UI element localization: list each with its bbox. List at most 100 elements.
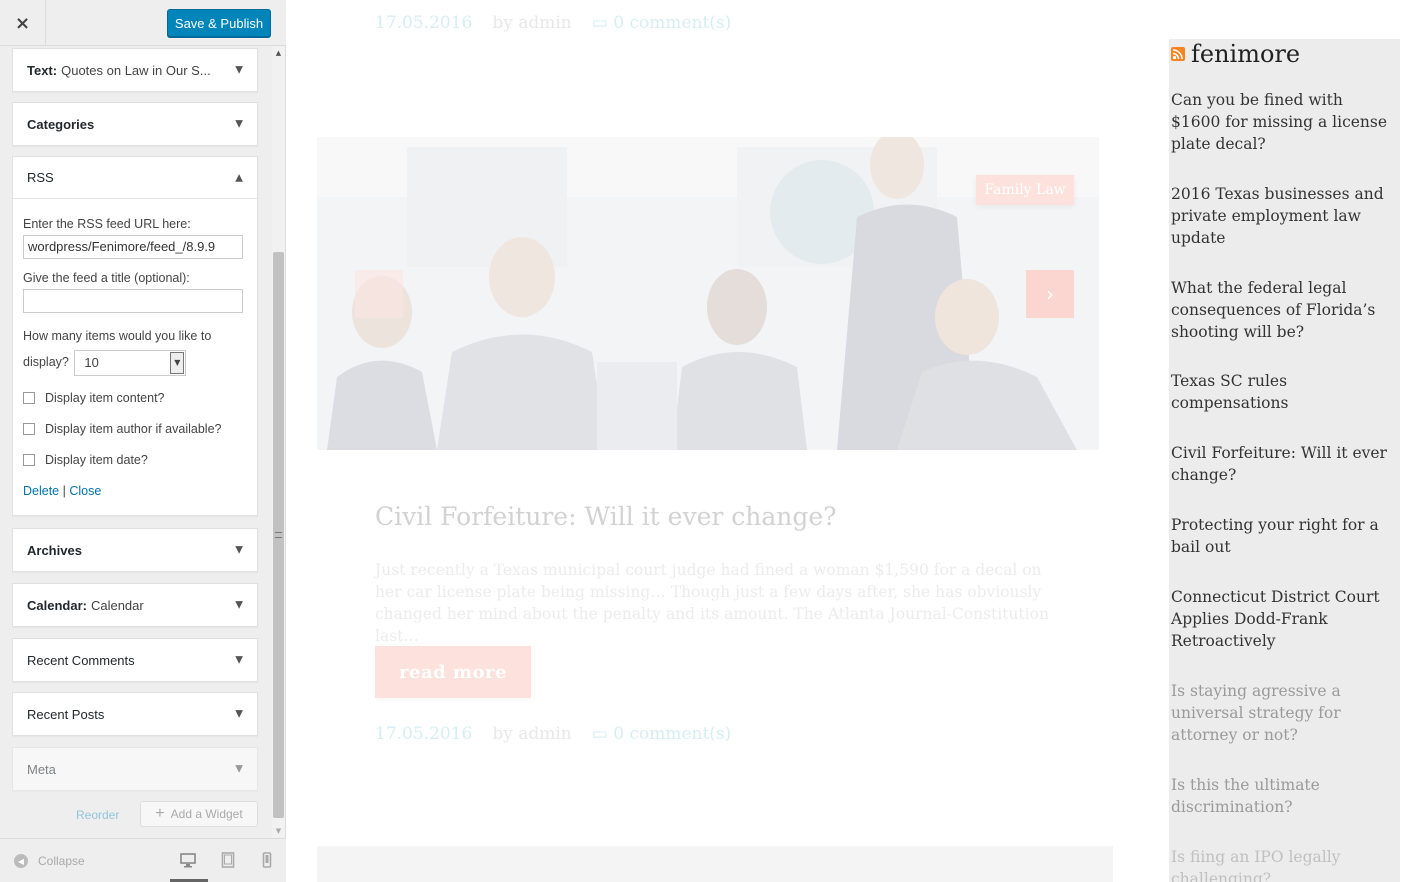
rss-count-row: How many items would you like to display… <box>23 323 247 376</box>
read-more-button[interactable]: read more <box>375 646 531 698</box>
checkbox[interactable] <box>23 422 35 435</box>
post-author[interactable]: by admin <box>492 13 571 33</box>
expand-arrow-icon[interactable]: ▼ <box>235 545 243 556</box>
post-date[interactable]: 17.05.2016 <box>375 13 472 33</box>
rss-item[interactable]: What the federal legal consequences of F… <box>1171 277 1397 343</box>
widget-calendar[interactable]: Calendar: Calendar ▼ <box>12 583 258 627</box>
close-customizer-button[interactable]: × <box>0 0 46 46</box>
widget-header[interactable]: Text: Quotes on Law in Our S... ▼ <box>13 49 257 91</box>
post-comments[interactable]: ▭ 0 comment(s) <box>592 724 732 744</box>
dropdown-arrow-icon[interactable]: ▼ <box>170 351 185 374</box>
rss-item[interactable]: Is this the ultimate discrimination? <box>1171 774 1397 818</box>
rss-item[interactable]: Protecting your right for a bail out <box>1171 514 1397 558</box>
close-widget-link[interactable]: Close <box>69 484 101 498</box>
checkbox[interactable] <box>23 391 35 404</box>
collapse-arrow-icon[interactable]: ▲ <box>235 172 243 183</box>
rss-title-label: Give the feed a title (optional): <box>23 271 190 285</box>
expand-arrow-icon[interactable]: ▼ <box>235 600 243 611</box>
rss-item[interactable]: Civil Forfeiture: Will it ever change? <box>1171 442 1397 486</box>
next-post-image[interactable] <box>317 846 1113 882</box>
rss-option-date[interactable]: Display item date? <box>23 451 247 469</box>
widget-header[interactable]: Recent Posts ▼ <box>13 693 257 735</box>
widget-meta[interactable]: Meta ▼ <box>12 747 258 791</box>
checkbox-label: Display item content? <box>45 390 165 405</box>
rss-count-label: How many items would you like to <box>23 329 212 343</box>
tablet-preview-icon[interactable] <box>220 852 236 868</box>
widget-header[interactable]: RSS ▲ <box>13 157 257 199</box>
rss-icon[interactable] <box>1171 47 1185 61</box>
widget-header[interactable]: Archives ▼ <box>13 529 257 571</box>
post-title[interactable]: Civil Forfeiture: Will it ever change? <box>375 502 837 531</box>
comments-count: 0 comment(s) <box>613 13 732 33</box>
expand-arrow-icon[interactable]: ▼ <box>235 65 243 76</box>
widget-title: Text: <box>27 62 58 78</box>
rss-count-select[interactable]: 10 ▼ <box>74 349 187 376</box>
post-meta-bottom: 17.05.2016 by admin ▭ 0 comment(s) <box>375 724 731 744</box>
comment-icon: ▭ <box>591 13 614 33</box>
rss-form: Enter the RSS feed URL here: 8.9.9/_word… <box>13 217 257 498</box>
widget-categories[interactable]: Categories ▼ <box>12 102 258 146</box>
widget-archives[interactable]: Archives ▼ <box>12 528 258 572</box>
rss-feed-widget: fenimore Can you be fined with $1600 for… <box>1169 39 1400 882</box>
widget-rss: RSS ▲ Enter the RSS feed URL here: 8.9.9… <box>12 156 258 516</box>
widget-title: RSS <box>27 170 54 185</box>
checkbox-label: Display item date? <box>45 452 148 467</box>
widget-list: Text: Quotes on Law in Our S... ▼ Catego… <box>12 46 274 836</box>
slider-prev-button[interactable] <box>355 270 403 318</box>
rss-title-input[interactable] <box>23 289 243 313</box>
scrollbar-grip-icon <box>275 532 282 538</box>
widget-title: Archives <box>27 542 82 558</box>
desktop-preview-icon[interactable] <box>180 852 196 868</box>
rss-widget-title[interactable]: fenimore <box>1171 40 1300 68</box>
expand-arrow-icon[interactable]: ▼ <box>235 119 243 130</box>
collapse-arrow-icon: ◀ <box>14 854 28 868</box>
separator: | <box>62 483 66 498</box>
post-comments[interactable]: ▭ 0 comment(s) <box>592 13 732 33</box>
checkbox[interactable] <box>23 453 35 466</box>
scrollbar-thumb[interactable] <box>273 252 284 818</box>
category-badge[interactable]: Family Law <box>976 175 1074 205</box>
widget-title: Calendar: <box>27 597 87 613</box>
widget-recent-comments[interactable]: Recent Comments ▼ <box>12 638 258 682</box>
add-widget-button[interactable]: + Add a Widget <box>140 801 258 827</box>
expand-arrow-icon[interactable]: ▼ <box>235 709 243 720</box>
rss-item[interactable]: Is fiing an IPO legally challenging? <box>1171 846 1397 882</box>
rss-option-author[interactable]: Display item author if available? <box>23 420 247 438</box>
comment-icon: ▭ <box>591 724 614 744</box>
slider-next-button[interactable]: › <box>1026 270 1074 318</box>
mobile-preview-icon[interactable] <box>259 852 275 868</box>
save-publish-button[interactable]: Save & Publish <box>167 9 271 37</box>
rss-option-content[interactable]: Display item content? <box>23 389 247 407</box>
widget-header[interactable]: Categories ▼ <box>13 103 257 145</box>
expand-arrow-icon[interactable]: ▼ <box>235 764 243 775</box>
widget-header[interactable]: Meta ▼ <box>13 748 257 790</box>
rss-item[interactable]: Is staying agressive a universal strateg… <box>1171 680 1397 746</box>
rss-item[interactable]: Connecticut District Court Applies Dodd-… <box>1171 586 1397 652</box>
rss-item[interactable]: Can you be fined with $1600 for missing … <box>1171 89 1397 155</box>
scroll-down-arrow-icon[interactable]: ▼ <box>272 824 285 838</box>
expand-arrow-icon[interactable]: ▼ <box>235 655 243 666</box>
rss-item[interactable]: 2016 Texas businesses and private employ… <box>1171 183 1397 249</box>
scroll-up-arrow-icon[interactable]: ▲ <box>272 46 285 60</box>
panel-scrollbar[interactable]: ▲ ▼ <box>272 46 285 838</box>
rss-widget-title-text: fenimore <box>1191 40 1301 68</box>
widget-recent-posts[interactable]: Recent Posts ▼ <box>12 692 258 736</box>
customizer-header: × Save & Publish <box>0 0 286 46</box>
rss-item[interactable]: Texas SC rules compensations <box>1171 370 1397 414</box>
customizer-panel: × Save & Publish Text: Quotes on Law in … <box>0 0 286 882</box>
post-meta-top: 17.05.2016 by admin ▭ 0 comment(s) <box>375 13 731 33</box>
rss-url-input[interactable]: 8.9.9/_wordpress/Fenimore/feed <box>23 235 243 259</box>
delete-widget-link[interactable]: Delete <box>23 484 59 498</box>
post-date[interactable]: 17.05.2016 <box>375 724 472 744</box>
widget-text[interactable]: Text: Quotes on Law in Our S... ▼ <box>12 48 258 92</box>
widget-header[interactable]: Recent Comments ▼ <box>13 639 257 681</box>
site-preview: 17.05.2016 by admin ▭ 0 comment(s) Famil… <box>287 0 1427 882</box>
post-author[interactable]: by admin <box>492 724 571 744</box>
rss-url-label: Enter the RSS feed URL here: <box>23 217 191 231</box>
widget-header[interactable]: Calendar: Calendar ▼ <box>13 584 257 626</box>
reorder-widgets-link[interactable]: Reorder <box>76 808 119 822</box>
collapse-sidebar-button[interactable]: ◀ Collapse <box>14 854 85 868</box>
widget-subtitle: Quotes on Law in Our S... <box>61 62 211 78</box>
post-excerpt: Just recently a Texas municipal court ju… <box>375 561 1049 645</box>
customizer-footer: ◀ Collapse <box>0 838 286 882</box>
